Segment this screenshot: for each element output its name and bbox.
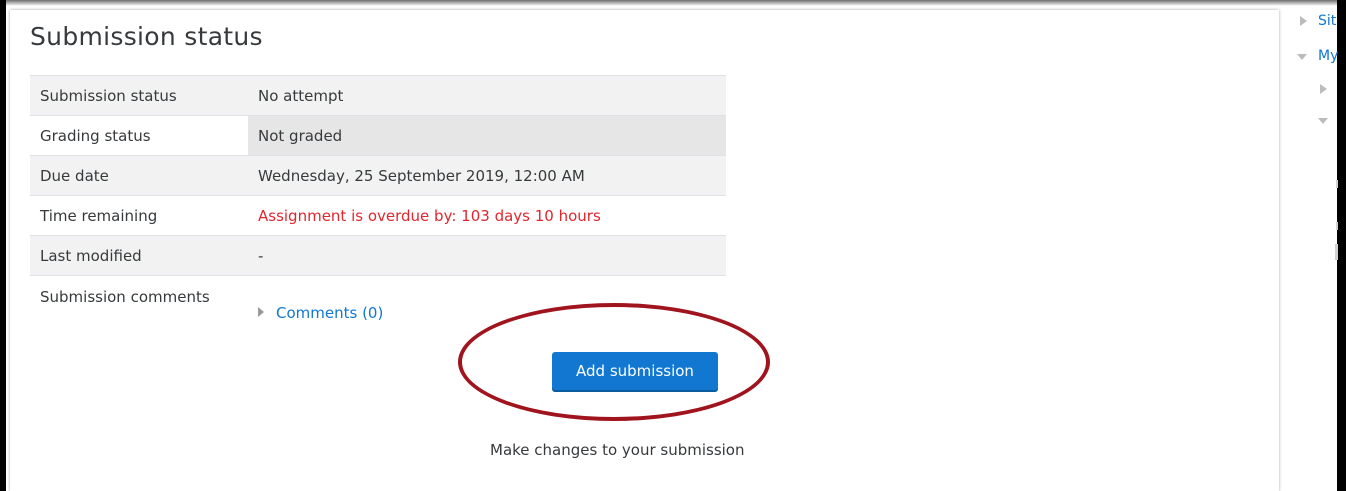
overdue-value: Assignment is overdue by: 103 days 10 ho… bbox=[248, 195, 726, 236]
comments-link-label: Comments (0) bbox=[276, 304, 384, 322]
chevron-right-icon bbox=[1300, 16, 1307, 26]
chevron-right-icon bbox=[258, 307, 264, 317]
submission-status-table: Submission status No attempt Grading sta… bbox=[30, 75, 726, 358]
sidebar-edge-mark bbox=[1335, 244, 1338, 260]
sidebar-item-my[interactable]: My bbox=[1318, 48, 1338, 64]
table-row: Submission status No attempt bbox=[30, 75, 726, 116]
row-value: No attempt bbox=[248, 75, 726, 116]
row-label: Last modified bbox=[30, 235, 248, 276]
help-text: Make changes to your submission bbox=[490, 441, 745, 459]
window-frame-left bbox=[0, 0, 6, 491]
chevron-right-icon bbox=[1320, 84, 1327, 94]
add-submission-button[interactable]: Add submission bbox=[552, 352, 718, 390]
table-row: Last modified - bbox=[30, 235, 726, 276]
row-label: Due date bbox=[30, 155, 248, 196]
sidebar-edge-mark bbox=[1336, 180, 1338, 188]
sidebar-edge-mark bbox=[1336, 222, 1338, 230]
row-value: Not graded bbox=[248, 115, 726, 156]
table-row: Time remaining Assignment is overdue by:… bbox=[30, 195, 726, 236]
comments-cell: Comments (0) bbox=[248, 275, 726, 358]
window-frame-right bbox=[1337, 0, 1346, 491]
row-label: Time remaining bbox=[30, 195, 248, 236]
sidebar-item-site[interactable]: Sit bbox=[1318, 13, 1336, 29]
window-frame-top bbox=[6, 0, 1346, 6]
row-label: Submission comments bbox=[30, 275, 248, 358]
chevron-down-icon bbox=[1318, 118, 1328, 124]
chevron-down-icon bbox=[1297, 54, 1307, 60]
row-label: Submission status bbox=[30, 75, 248, 116]
page-title: Submission status bbox=[30, 22, 263, 51]
table-row: Submission comments Comments (0) bbox=[30, 275, 726, 358]
table-row: Grading status Not graded bbox=[30, 115, 726, 156]
table-row: Due date Wednesday, 25 September 2019, 1… bbox=[30, 155, 726, 196]
comments-toggle[interactable]: Comments (0) bbox=[258, 304, 383, 322]
row-value: - bbox=[248, 235, 726, 276]
row-label: Grading status bbox=[30, 115, 248, 156]
row-value: Wednesday, 25 September 2019, 12:00 AM bbox=[248, 155, 726, 196]
